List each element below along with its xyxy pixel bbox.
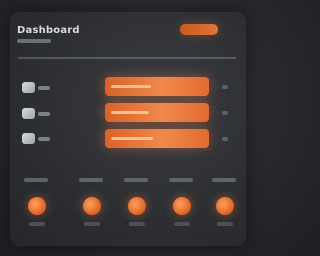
row-2-icon — [22, 108, 35, 119]
metric-column-2[interactable] — [79, 178, 107, 240]
metric-column-5[interactable] — [212, 178, 240, 240]
metric-column-4[interactable] — [169, 178, 197, 240]
row-2-bar-text — [111, 111, 149, 114]
row-2-end-marker — [222, 111, 228, 115]
metric-1-dot-icon — [28, 197, 46, 215]
row-2-label — [38, 112, 50, 116]
metric-1-label — [24, 178, 48, 182]
header-divider — [18, 57, 236, 59]
row-3-bar-text — [111, 137, 153, 140]
metric-5-label — [212, 178, 236, 182]
page-subtitle-placeholder — [17, 39, 51, 43]
metric-3-caption — [129, 222, 145, 226]
row-1-end-marker — [222, 85, 228, 89]
metric-2-label — [79, 178, 103, 182]
row-1-bar[interactable] — [105, 77, 209, 96]
metric-1-caption — [29, 222, 45, 226]
metric-5-dot-icon — [216, 197, 234, 215]
metric-2-dot-icon — [83, 197, 101, 215]
metric-2-caption — [84, 222, 100, 226]
page-title: Dashboard — [17, 25, 80, 36]
metric-5-caption — [217, 222, 233, 226]
metric-3-dot-icon — [128, 197, 146, 215]
row-3-end-marker — [222, 137, 228, 141]
metric-3-label — [124, 178, 148, 182]
metric-4-dot-icon — [173, 197, 191, 215]
metric-4-caption — [174, 222, 190, 226]
metric-4-label — [169, 178, 193, 182]
row-3-icon — [22, 133, 35, 144]
row-1-bar-text — [111, 85, 151, 88]
metric-column-1[interactable] — [24, 178, 52, 240]
row-3-bar[interactable] — [105, 129, 209, 148]
row-1-icon — [22, 82, 35, 93]
row-2-bar[interactable] — [105, 103, 209, 122]
row-3-label — [38, 137, 50, 141]
row-1-label — [38, 86, 50, 90]
metric-column-3[interactable] — [124, 178, 152, 240]
header-action-button[interactable] — [180, 24, 218, 35]
